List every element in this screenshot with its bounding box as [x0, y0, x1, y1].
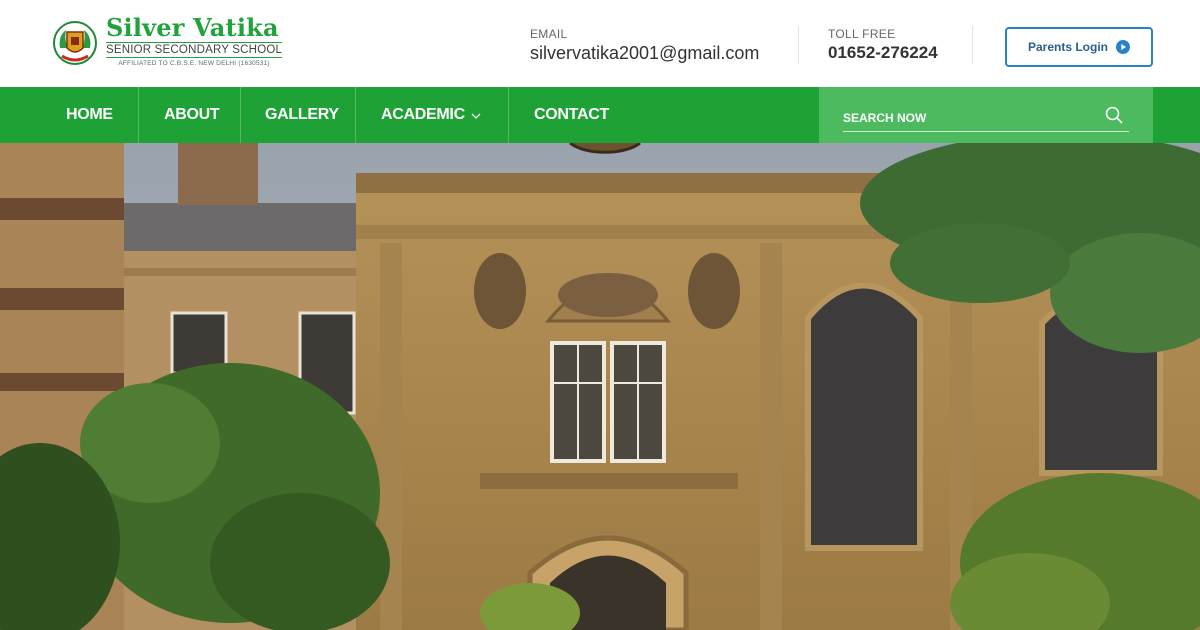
school-affiliation: AFFILIATED TO C.B.S.E. NEW DELHI (163053… — [118, 60, 270, 67]
nav-divider — [508, 87, 509, 143]
search-input[interactable] — [843, 104, 1129, 132]
play-circle-icon — [1116, 40, 1130, 54]
nav-item-label: HOME — [66, 106, 113, 123]
email-label: EMAIL — [530, 27, 568, 41]
nav-item-label: ACADEMIC — [381, 106, 465, 123]
phone-label: TOLL FREE — [828, 27, 896, 41]
phone-value[interactable]: 01652-276224 — [828, 43, 938, 63]
school-name: Silver Vatika — [106, 13, 279, 42]
header-divider — [798, 26, 799, 64]
nav-divider — [355, 87, 356, 143]
nav-item-label: CONTACT — [534, 106, 609, 123]
hero-building-image — [0, 143, 1200, 630]
school-subtitle: SENIOR SECONDARY SCHOOL — [106, 42, 283, 58]
nav-divider — [138, 87, 139, 143]
nav-item-label: ABOUT — [164, 106, 220, 123]
email-contact: EMAIL silvervatika2001@gmail.com — [530, 27, 759, 64]
hero-banner — [0, 143, 1200, 630]
phone-contact: TOLL FREE 01652-276224 — [828, 27, 938, 63]
nav-item-about[interactable]: ABOUT — [164, 87, 220, 143]
parents-login-label: Parents Login — [1027, 40, 1108, 54]
school-logo[interactable]: Silver Vatika SENIOR SECONDARY SCHOOL AF… — [52, 13, 283, 68]
header-divider — [972, 26, 973, 64]
nav-item-contact[interactable]: CONTACT — [534, 87, 609, 143]
search-icon[interactable] — [1105, 106, 1123, 124]
nav-item-gallery[interactable]: GALLERY — [265, 87, 339, 143]
email-value[interactable]: silvervatika2001@gmail.com — [530, 43, 759, 64]
nav-item-academic[interactable]: ACADEMIC — [381, 87, 481, 143]
site-header: Silver Vatika SENIOR SECONDARY SCHOOL AF… — [0, 0, 1200, 87]
nav-item-label: GALLERY — [265, 106, 339, 123]
school-crest-icon — [53, 21, 97, 65]
parents-login-button[interactable]: Parents Login — [1005, 27, 1153, 67]
search-container — [819, 87, 1153, 143]
chevron-down-icon — [471, 113, 481, 119]
nav-item-home[interactable]: HOME — [66, 87, 113, 143]
nav-divider — [240, 87, 241, 143]
